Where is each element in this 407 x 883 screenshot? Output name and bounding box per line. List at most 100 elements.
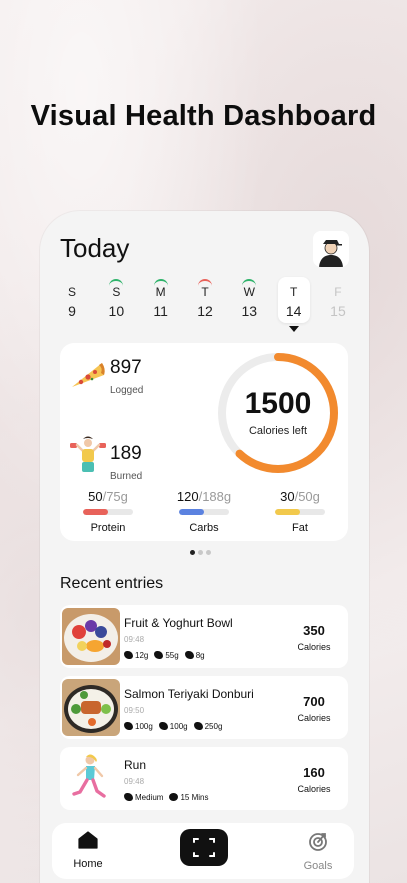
macro-bar <box>179 509 229 515</box>
phone-frame: Today S 9 S 10 M 11 T 12 W 13 T 14 F 15 … <box>40 211 369 883</box>
scan-icon <box>193 838 215 857</box>
day-3[interactable]: T 12 <box>189 277 221 323</box>
entry-calories: 700 Calories <box>288 694 340 723</box>
macro-protein: 50/75g Protein <box>60 489 156 534</box>
day-number: 13 <box>241 303 258 319</box>
tag-value: 8g <box>195 651 205 660</box>
duration-tag: 15 Mins <box>169 793 208 802</box>
protein-tag: 100g <box>124 722 153 731</box>
entry-title: Fruit & Yoghurt Bowl <box>124 616 233 630</box>
ring-center: 1500 Calories left <box>214 387 342 437</box>
intensity-tag: Medium <box>124 793 163 802</box>
day-name: T <box>201 285 209 299</box>
pager-dot[interactable] <box>198 550 203 555</box>
day-1[interactable]: S 10 <box>100 277 132 323</box>
header: Today <box>60 231 349 267</box>
macro-total: /50g <box>294 489 320 504</box>
macro-carbs: 120/188g Carbs <box>156 489 252 534</box>
pizza-icon <box>72 363 105 387</box>
day-name: F <box>334 285 342 299</box>
protein-icon <box>124 722 133 730</box>
logged-label: Logged <box>110 385 144 396</box>
entry-macros: 12g 55g 8g <box>124 651 205 660</box>
calories-unit: Calories <box>297 642 331 652</box>
macro-name: Carbs <box>189 522 219 534</box>
macro-fat: 30/50g Fat <box>252 489 348 534</box>
entry-card[interactable]: Salmon Teriyaki Donburi 09:50 100g 100g … <box>60 676 348 739</box>
avatar[interactable] <box>313 231 349 267</box>
nav-home[interactable]: Home <box>58 831 118 870</box>
macro-eaten: 50 <box>88 489 103 504</box>
wheat-icon <box>154 651 164 659</box>
tag-value: 55g <box>165 651 179 660</box>
fat-tag: 250g <box>193 722 223 731</box>
tag-value: 12g <box>135 651 149 660</box>
day-0[interactable]: S 9 <box>56 277 88 323</box>
pager-dot[interactable] <box>206 550 211 555</box>
day-number: 12 <box>197 303 213 319</box>
day-status-arc <box>109 279 124 287</box>
workout-person-icon <box>70 436 106 472</box>
macro-value: 120/188g <box>156 489 252 504</box>
protein-tag: 12g <box>124 651 148 660</box>
day-name: W <box>243 285 255 299</box>
burned-label: Burned <box>110 471 143 482</box>
tag-value: Medium <box>135 793 164 802</box>
pager-dots[interactable] <box>190 550 211 555</box>
salmon-donburi-icon <box>62 679 120 736</box>
macro-value: 50/75g <box>60 489 156 504</box>
bottom-nav: Home Goals <box>52 823 354 879</box>
day-6[interactable]: F 15 <box>322 277 354 323</box>
week-strip: S 9 S 10 M 11 T 12 W 13 T 14 F 15 <box>56 277 354 332</box>
calories-value: 160 <box>303 765 325 780</box>
food-thumbnail <box>62 679 120 736</box>
entry-card[interactable]: Fruit & Yoghurt Bowl 09:48 12g 55g 8g 35… <box>60 605 348 668</box>
entry-card[interactable]: Run 09:48 Medium 15 Mins 160 Calories <box>60 747 348 810</box>
fat-tag: 8g <box>184 651 205 660</box>
entry-time: 09:48 <box>124 777 145 786</box>
scan-button[interactable] <box>180 829 228 866</box>
day-name: S <box>112 285 121 299</box>
day-name: T <box>289 285 298 299</box>
day-number: 11 <box>153 303 168 319</box>
macro-total: /188g <box>198 489 232 504</box>
calorie-summary-card[interactable]: 897 Logged 189 Burned 1500 Calories left <box>60 343 348 541</box>
tag-value: 250g <box>204 722 223 731</box>
day-5-selected[interactable]: T 14 <box>277 277 310 332</box>
day-4[interactable]: W 13 <box>233 277 265 323</box>
section-title: Recent entries <box>60 575 164 592</box>
page-title: Today <box>60 233 130 263</box>
yoghurt-bowl-icon <box>62 608 120 665</box>
entry-time: 09:50 <box>124 706 145 715</box>
logged-value: 897 <box>110 357 142 378</box>
macro-bar <box>275 509 325 515</box>
nav-goals[interactable]: Goals <box>288 831 348 872</box>
day-status-arc <box>242 279 257 287</box>
day-name: M <box>155 285 166 299</box>
hero-title: Visual Health Dashboard <box>30 100 377 132</box>
entry-title: Salmon Teriyaki Donburi <box>124 687 254 701</box>
macro-bar-fill <box>275 509 300 515</box>
calories-left-value: 1500 <box>244 387 312 420</box>
day-number: 9 <box>68 303 76 319</box>
macro-value: 30/50g <box>252 489 348 504</box>
intensity-icon <box>124 793 133 801</box>
day-number: 15 <box>330 303 346 319</box>
day-number: 10 <box>108 303 125 319</box>
avatar-icon <box>313 231 349 267</box>
pager-dot[interactable] <box>190 550 195 555</box>
wheat-icon <box>158 722 168 730</box>
burned-value: 189 <box>110 443 142 464</box>
protein-icon <box>124 651 133 659</box>
calories-unit: Calories <box>297 784 331 794</box>
clock-icon <box>169 793 179 801</box>
home-icon <box>78 831 98 849</box>
fat-icon <box>184 651 194 659</box>
nav-home-label: Home <box>73 858 103 870</box>
day-2[interactable]: M 11 <box>145 277 177 323</box>
entry-calories: 160 Calories <box>288 765 340 794</box>
calories-value: 350 <box>303 623 325 638</box>
day-status-arc <box>153 279 168 287</box>
calories-value: 700 <box>303 694 325 709</box>
macro-eaten: 30 <box>280 489 295 504</box>
